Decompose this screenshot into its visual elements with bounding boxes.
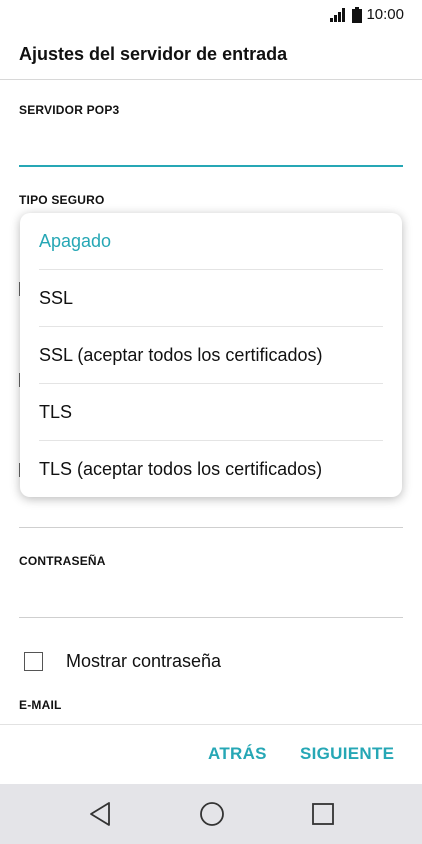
show-password-checkbox[interactable] <box>24 652 43 671</box>
dropdown-option-ssl-all-certs[interactable]: SSL (aceptar todos los certificados) <box>39 327 383 384</box>
password-input[interactable] <box>19 580 403 618</box>
nav-recents-icon[interactable] <box>311 801 335 827</box>
email-label: E-MAIL <box>19 698 62 712</box>
server-label: SERVIDOR POP3 <box>19 103 120 117</box>
status-bar: 10:00 <box>0 0 422 30</box>
dropdown-option-tls[interactable]: TLS <box>39 384 383 441</box>
navigation-bar <box>0 784 422 844</box>
status-time: 10:00 <box>366 6 404 23</box>
next-button[interactable]: SIGUIENTE <box>300 744 394 764</box>
dropdown-option-apagado[interactable]: Apagado <box>39 213 383 270</box>
security-type-label: TIPO SEGURO <box>19 193 105 207</box>
action-bar: ATRÁS SIGUIENTE <box>0 724 422 784</box>
security-type-dropdown: Apagado SSL SSL (aceptar todos los certi… <box>20 213 402 497</box>
dropdown-option-ssl[interactable]: SSL <box>39 270 383 327</box>
show-password-row[interactable]: Mostrar contraseña <box>24 651 221 672</box>
show-password-label: Mostrar contraseña <box>66 651 222 671</box>
dropdown-option-tls-all-certs[interactable]: TLS (aceptar todos los certificados) <box>39 441 383 498</box>
field-divider <box>19 527 403 528</box>
app-header: Ajustes del servidor de entrada <box>0 30 422 80</box>
status-icons: 10:00 <box>330 6 404 23</box>
nav-home-icon[interactable] <box>199 801 225 827</box>
back-button[interactable]: ATRÁS <box>208 744 267 764</box>
server-input[interactable] <box>19 130 403 167</box>
battery-icon <box>352 6 363 23</box>
signal-icon <box>330 7 346 22</box>
password-label: CONTRASEÑA <box>19 554 106 568</box>
nav-back-icon[interactable] <box>88 801 112 827</box>
page-title: Ajustes del servidor de entrada <box>19 44 288 64</box>
